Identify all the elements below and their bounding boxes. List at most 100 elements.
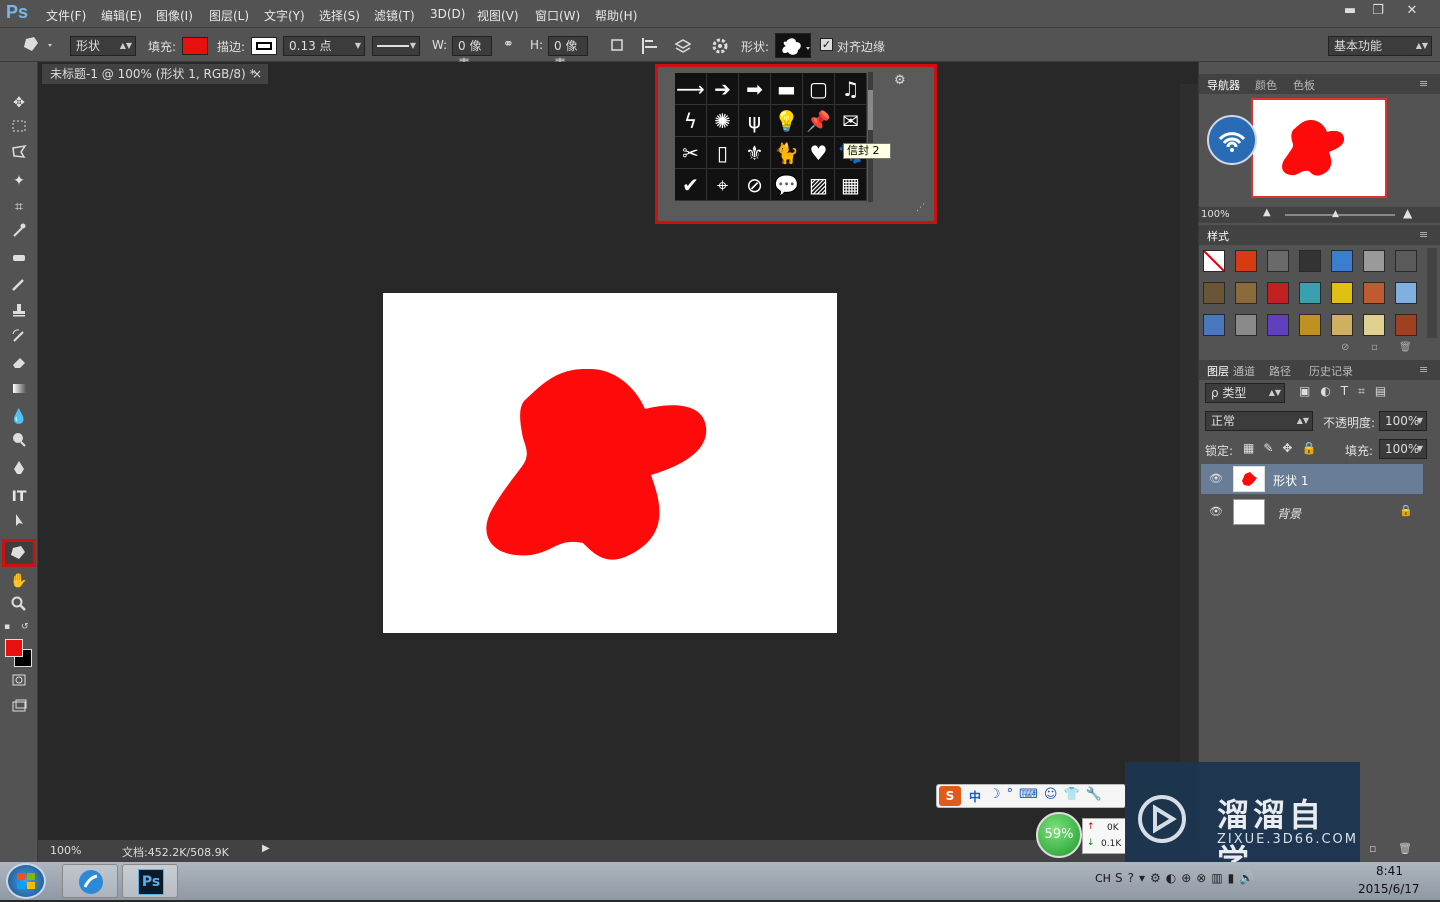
shape-lightning-icon[interactable]: ϟ xyxy=(675,105,707,137)
marquee-tool[interactable] xyxy=(6,118,32,140)
style-swatch[interactable] xyxy=(1363,314,1385,336)
navigator-preview[interactable] xyxy=(1251,98,1387,198)
style-swatch[interactable] xyxy=(1331,314,1353,336)
new-layer-icon[interactable]: ▫ xyxy=(1369,842,1376,855)
style-swatch[interactable] xyxy=(1235,314,1257,336)
gradient-tool[interactable] xyxy=(6,380,32,402)
shape-scissors-icon[interactable]: ✂ xyxy=(675,137,707,169)
style-swatch[interactable] xyxy=(1299,282,1321,304)
shape-checkmark-icon[interactable]: ✔ xyxy=(675,169,707,201)
magic-wand-tool[interactable]: ✦ xyxy=(6,170,32,192)
menu-layer[interactable]: 图层(L) xyxy=(209,7,249,24)
layer-filter-dropdown[interactable]: ρ 类型 ▲▼ xyxy=(1205,383,1285,403)
styles-scrollbar[interactable] xyxy=(1427,248,1437,338)
style-swatch[interactable] xyxy=(1331,282,1353,304)
zoom-in-icon[interactable]: ▲ xyxy=(1403,206,1412,220)
width-field[interactable]: 0 像素 xyxy=(452,36,492,71)
foreground-color-swatch[interactable] xyxy=(5,639,23,657)
red-blob-shape[interactable] xyxy=(486,368,707,560)
shape-grass-icon[interactable]: ψ xyxy=(739,105,771,137)
layer-row-background[interactable]: 👁 背景 🔒 xyxy=(1201,497,1423,527)
shape-crosshair-icon[interactable]: ⌖ xyxy=(707,169,739,201)
document-tab[interactable]: 未标题-1 @ 100% (形状 1, RGB/8) * × xyxy=(42,64,268,84)
menu-select[interactable]: 选择(S) xyxy=(319,7,360,24)
swap-colors-button[interactable]: ▪ ↺ xyxy=(4,622,34,634)
layer-fill-field[interactable]: 100% ▼ xyxy=(1379,439,1427,459)
quick-mask-button[interactable] xyxy=(6,672,32,694)
document-canvas[interactable] xyxy=(383,293,837,633)
menu-edit[interactable]: 编辑(E) xyxy=(101,7,142,24)
vertical-scrollbar[interactable] xyxy=(1180,84,1198,840)
slider-thumb-icon[interactable]: ▲ xyxy=(1332,209,1339,219)
close-tab-icon[interactable]: × xyxy=(252,64,262,84)
eraser-tool[interactable] xyxy=(6,354,32,376)
clone-stamp-tool[interactable] xyxy=(6,302,32,324)
style-swatch[interactable] xyxy=(1203,282,1225,304)
brush-tool[interactable] xyxy=(6,276,32,298)
style-swatch[interactable] xyxy=(1235,282,1257,304)
tab-history[interactable]: 历史记录 xyxy=(1309,363,1353,379)
link-icon[interactable]: ⚭ xyxy=(503,37,514,52)
navigator-zoom-slider[interactable] xyxy=(1285,214,1395,216)
eyedropper-tool[interactable] xyxy=(6,222,32,244)
zoom-out-icon[interactable]: ▲ xyxy=(1263,207,1271,218)
tool-preset-picker[interactable] xyxy=(20,35,56,55)
shape-heart-icon[interactable]: ♥ xyxy=(803,137,835,169)
hand-tool[interactable]: ✋ xyxy=(6,570,32,592)
shape-pushpin-icon[interactable]: 📌 xyxy=(803,105,835,137)
screen-mode-button[interactable] xyxy=(6,698,32,720)
restore-button[interactable]: ❐ xyxy=(1364,2,1392,20)
shape-fleur-de-lis-icon[interactable]: ⚜ xyxy=(739,137,771,169)
zoom-level[interactable]: 100% xyxy=(50,844,81,857)
trash-icon[interactable]: 🗑 xyxy=(1399,342,1412,353)
shape-envelope-icon[interactable]: ✉ xyxy=(835,105,867,137)
style-swatch[interactable] xyxy=(1235,250,1257,272)
shape-picker-button[interactable] xyxy=(775,33,811,58)
sogou-logo-icon[interactable]: S xyxy=(939,786,961,806)
mode-dropdown[interactable]: 形状 ▲▼ xyxy=(70,36,136,56)
tab-swatches[interactable]: 色板 xyxy=(1293,77,1315,93)
menu-view[interactable]: 视图(V) xyxy=(477,7,519,24)
style-swatch[interactable] xyxy=(1267,250,1289,272)
menu-3d[interactable]: 3D(D) xyxy=(430,7,465,21)
new-style-icon[interactable]: ▫ xyxy=(1371,342,1378,353)
panel-menu-icon[interactable]: ≡ xyxy=(1419,228,1428,241)
style-swatch-none[interactable] xyxy=(1203,250,1225,272)
style-swatch[interactable] xyxy=(1331,250,1353,272)
eye-icon[interactable]: 👁 xyxy=(1209,505,1223,518)
tab-channels[interactable]: 通道 xyxy=(1233,363,1255,379)
panel-menu-icon[interactable]: ≡ xyxy=(1419,363,1428,376)
lock-icons[interactable]: ▦✎✥🔒 xyxy=(1243,441,1325,455)
style-swatch[interactable] xyxy=(1395,314,1417,336)
stroke-color-swatch[interactable] xyxy=(251,37,277,55)
menu-help[interactable]: 帮助(H) xyxy=(595,7,637,24)
move-tool[interactable]: ✥ xyxy=(6,92,32,114)
layer-filter-icons[interactable]: ▣◐T⌗▤ xyxy=(1299,384,1429,402)
zoom-tool[interactable] xyxy=(6,596,32,618)
minimize-button[interactable]: ▬ xyxy=(1336,2,1364,20)
shape-banner-icon[interactable]: ▬ xyxy=(771,73,803,105)
shape-lightbulb-icon[interactable]: 💡 xyxy=(771,105,803,137)
workspace-dropdown[interactable]: 基本功能 ▲▼ xyxy=(1328,36,1432,56)
clock-time[interactable]: 8:41 xyxy=(1376,864,1403,878)
shape-picker-settings-gear-icon[interactable]: ⚙ xyxy=(894,73,914,89)
type-tool[interactable]: IT xyxy=(6,486,32,508)
clear-style-icon[interactable]: ⊘ xyxy=(1341,342,1349,353)
stroke-type-dropdown[interactable]: ▼ xyxy=(372,36,420,56)
tab-paths[interactable]: 路径 xyxy=(1269,363,1291,379)
ime-mode[interactable]: 中 xyxy=(969,788,981,805)
style-swatch[interactable] xyxy=(1267,282,1289,304)
fill-color-swatch[interactable] xyxy=(182,37,208,55)
tab-navigator[interactable]: 导航器 xyxy=(1207,77,1240,93)
resize-grip-icon[interactable]: ⋰ xyxy=(916,203,926,213)
style-swatch[interactable] xyxy=(1299,314,1321,336)
healing-brush-tool[interactable] xyxy=(6,250,32,272)
panel-menu-icon[interactable]: ≡ xyxy=(1419,77,1428,90)
style-swatch[interactable] xyxy=(1267,314,1289,336)
shape-picker-scrollbar[interactable] xyxy=(868,72,873,202)
menu-filter[interactable]: 滤镜(T) xyxy=(374,7,415,24)
style-swatch[interactable] xyxy=(1299,250,1321,272)
shape-arrow-bold-icon[interactable]: ➡ xyxy=(739,73,771,105)
custom-shape-tool[interactable] xyxy=(2,539,36,567)
ime-tool-icons[interactable]: ☽°⌨☺👕🔧 xyxy=(989,787,1108,802)
